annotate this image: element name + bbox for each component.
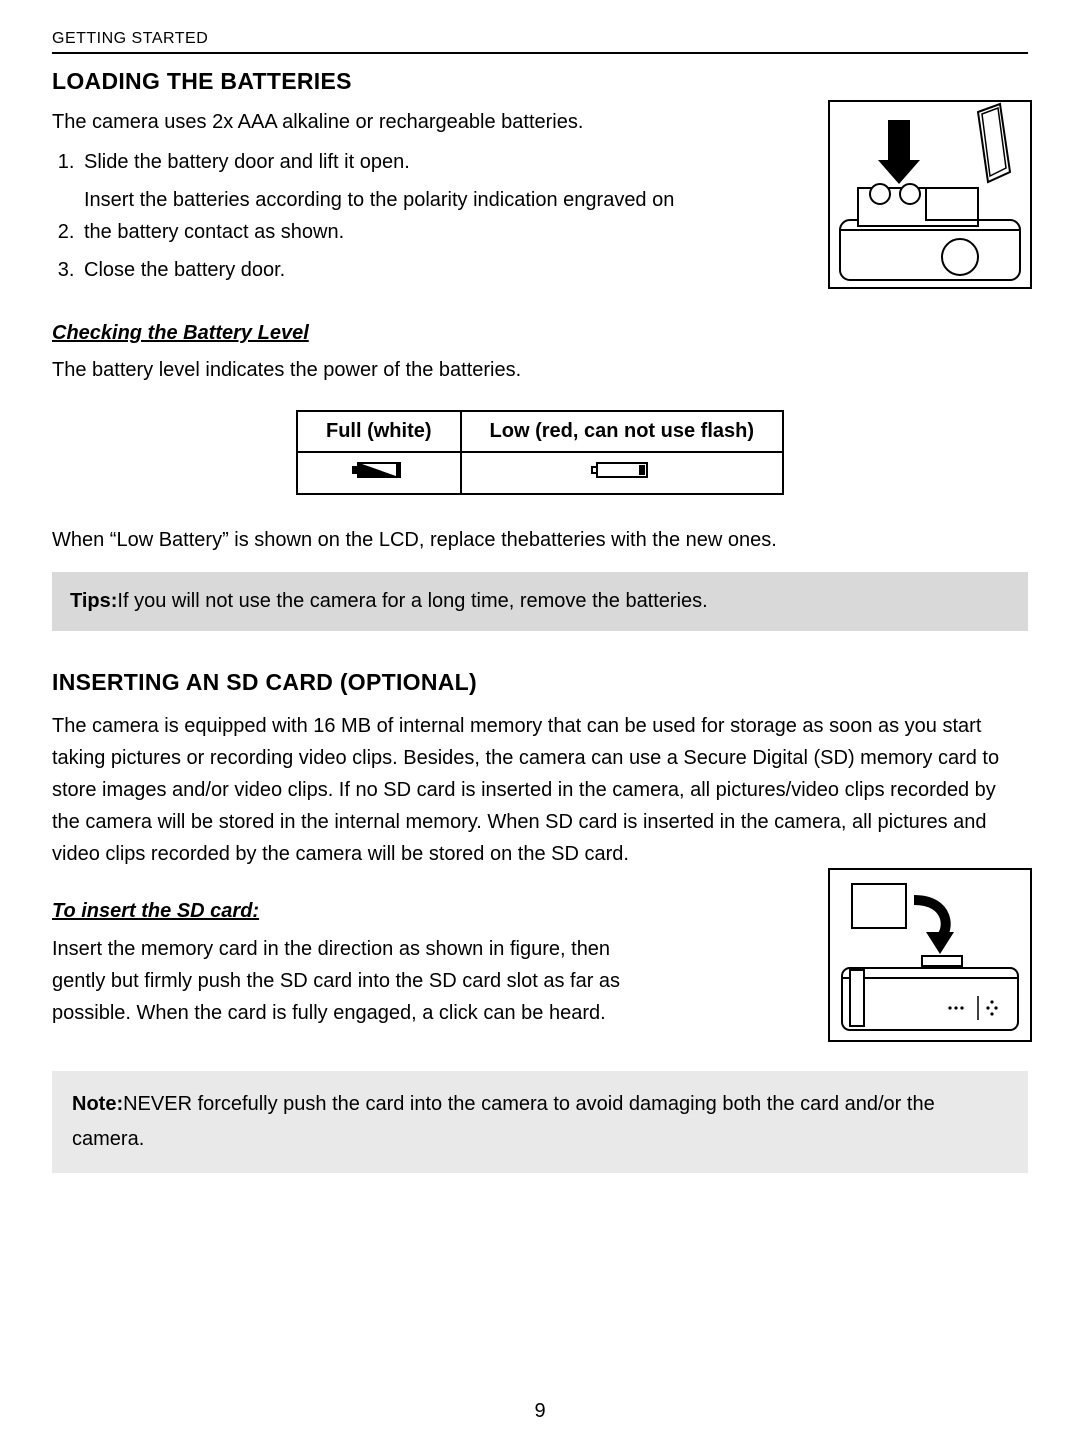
figure-sd-card — [828, 868, 1032, 1042]
low-battery-note: When “Low Battery” is shown on the LCD, … — [52, 525, 1028, 556]
note-text: NEVER forcefully push the card into the … — [72, 1093, 935, 1150]
battery-full-icon — [297, 452, 461, 494]
battery-level-table: Full (white) Low (red, can not use flash… — [296, 410, 784, 495]
table-header-full: Full (white) — [297, 411, 461, 452]
battery-low-icon — [461, 452, 783, 494]
subheading-battery-level: Checking the Battery Level — [52, 322, 1028, 345]
tips-text: If you will not use the camera for a lon… — [117, 590, 707, 612]
table-header-low: Low (red, can not use flash) — [461, 411, 783, 452]
note-label: Note: — [72, 1093, 123, 1115]
sd-body: The camera is equipped with 16 MB of int… — [52, 710, 1028, 870]
battery-level-intro: The battery level indicates the power of… — [52, 355, 1028, 386]
note-callout: Note:NEVER forcefully push the card into… — [52, 1071, 1028, 1173]
page-number: 9 — [0, 1400, 1080, 1423]
running-head: GETTING STARTED — [52, 30, 1028, 54]
heading-loading-batteries: LOADING THE BATTERIES — [52, 68, 1028, 95]
sd-insert-body: Insert the memory card in the direction … — [52, 933, 652, 1029]
heading-inserting-sd: INSERTING AN SD CARD (OPTIONAL) — [52, 669, 1028, 696]
insert-arrow-icon — [914, 900, 954, 954]
figure-battery-door — [828, 100, 1032, 289]
down-arrow-icon — [878, 120, 920, 184]
tips-callout: Tips:If you will not use the camera for … — [52, 572, 1028, 631]
tips-label: Tips: — [70, 590, 117, 612]
